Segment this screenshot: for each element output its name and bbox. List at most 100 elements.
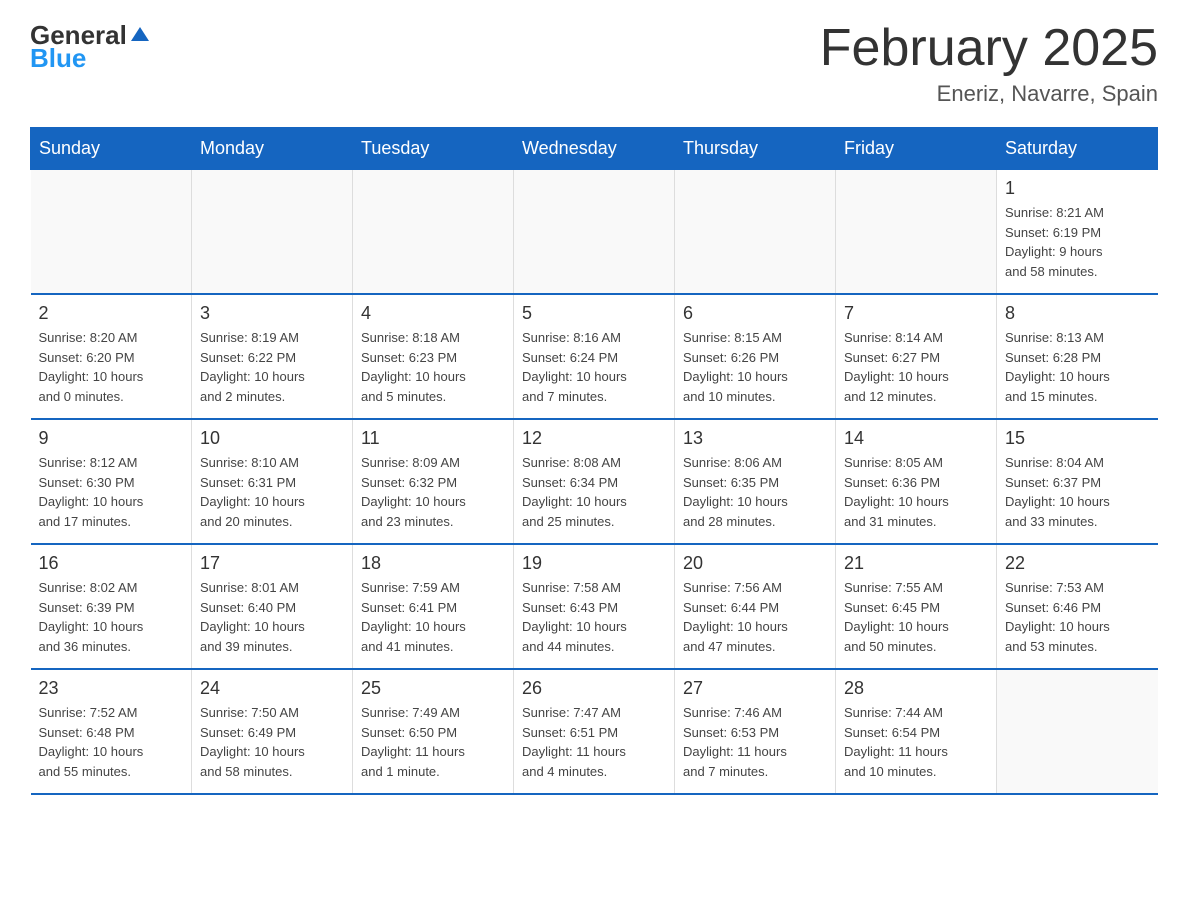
title-section: February 2025 Eneriz, Navarre, Spain bbox=[820, 20, 1158, 107]
week-row-0: 1Sunrise: 8:21 AM Sunset: 6:19 PM Daylig… bbox=[31, 170, 1158, 295]
day-number: 13 bbox=[683, 428, 827, 449]
day-info: Sunrise: 8:12 AM Sunset: 6:30 PM Dayligh… bbox=[39, 453, 184, 531]
calendar-cell: 16 Sunrise: 8:02 AM Sunset: 6:39 PM Dayli… bbox=[31, 544, 192, 669]
calendar-cell: 23 Sunrise: 7:52 AM Sunset: 6:48 PM Dayli… bbox=[31, 669, 192, 794]
calendar-cell: 27 Sunrise: 7:46 AM Sunset: 6:53 PM Dayli… bbox=[675, 669, 836, 794]
calendar-cell: 21 Sunrise: 7:55 AM Sunset: 6:45 PM Dayli… bbox=[836, 544, 997, 669]
day-info: Sunrise: 7:52 AM Sunset: 6:48 PM Dayligh… bbox=[39, 703, 184, 781]
calendar-cell bbox=[31, 170, 192, 295]
day-info: Sunrise: 7:47 AM Sunset: 6:51 PM Dayligh… bbox=[522, 703, 666, 781]
day-info: Sunrise: 8:21 AM Sunset: 6:19 PM Dayligh… bbox=[1005, 203, 1150, 281]
day-number: 3 bbox=[200, 303, 344, 324]
weekday-header-thursday: Thursday bbox=[675, 128, 836, 170]
calendar-cell bbox=[997, 669, 1158, 794]
day-number: 27 bbox=[683, 678, 827, 699]
logo: General Blue bbox=[30, 20, 151, 74]
calendar-title: February 2025 bbox=[820, 20, 1158, 77]
day-info: Sunrise: 8:02 AM Sunset: 6:39 PM Dayligh… bbox=[39, 578, 184, 656]
calendar-cell bbox=[675, 170, 836, 295]
calendar-cell: 4 Sunrise: 8:18 AM Sunset: 6:23 PM Daylig… bbox=[353, 294, 514, 419]
day-info: Sunrise: 7:44 AM Sunset: 6:54 PM Dayligh… bbox=[844, 703, 988, 781]
weekday-header-friday: Friday bbox=[836, 128, 997, 170]
day-info: Sunrise: 7:59 AM Sunset: 6:41 PM Dayligh… bbox=[361, 578, 505, 656]
day-number: 28 bbox=[844, 678, 988, 699]
day-number: 26 bbox=[522, 678, 666, 699]
day-number: 25 bbox=[361, 678, 505, 699]
weekday-header-monday: Monday bbox=[192, 128, 353, 170]
day-info: Sunrise: 8:15 AM Sunset: 6:26 PM Dayligh… bbox=[683, 328, 827, 406]
day-info: Sunrise: 8:14 AM Sunset: 6:27 PM Dayligh… bbox=[844, 328, 988, 406]
day-number: 17 bbox=[200, 553, 344, 574]
day-number: 8 bbox=[1005, 303, 1150, 324]
day-number: 9 bbox=[39, 428, 184, 449]
day-number: 2 bbox=[39, 303, 184, 324]
day-info: Sunrise: 8:05 AM Sunset: 6:36 PM Dayligh… bbox=[844, 453, 988, 531]
week-row-1: 2 Sunrise: 8:20 AM Sunset: 6:20 PM Daylig… bbox=[31, 294, 1158, 419]
day-info: Sunrise: 8:18 AM Sunset: 6:23 PM Dayligh… bbox=[361, 328, 505, 406]
weekday-header-wednesday: Wednesday bbox=[514, 128, 675, 170]
calendar-cell: 6 Sunrise: 8:15 AM Sunset: 6:26 PM Daylig… bbox=[675, 294, 836, 419]
calendar-subtitle: Eneriz, Navarre, Spain bbox=[820, 81, 1158, 107]
calendar-cell: 9 Sunrise: 8:12 AM Sunset: 6:30 PM Daylig… bbox=[31, 419, 192, 544]
day-info: Sunrise: 8:10 AM Sunset: 6:31 PM Dayligh… bbox=[200, 453, 344, 531]
calendar-cell: 3 Sunrise: 8:19 AM Sunset: 6:22 PM Daylig… bbox=[192, 294, 353, 419]
calendar-cell: 12 Sunrise: 8:08 AM Sunset: 6:34 PM Dayli… bbox=[514, 419, 675, 544]
day-info: Sunrise: 8:20 AM Sunset: 6:20 PM Dayligh… bbox=[39, 328, 184, 406]
day-info: Sunrise: 8:01 AM Sunset: 6:40 PM Dayligh… bbox=[200, 578, 344, 656]
weekday-header-saturday: Saturday bbox=[997, 128, 1158, 170]
calendar-cell: 15Sunrise: 8:04 AM Sunset: 6:37 PM Dayli… bbox=[997, 419, 1158, 544]
week-row-2: 9 Sunrise: 8:12 AM Sunset: 6:30 PM Daylig… bbox=[31, 419, 1158, 544]
day-number: 6 bbox=[683, 303, 827, 324]
calendar-cell: 5Sunrise: 8:16 AM Sunset: 6:24 PM Daylig… bbox=[514, 294, 675, 419]
day-info: Sunrise: 8:06 AM Sunset: 6:35 PM Dayligh… bbox=[683, 453, 827, 531]
day-number: 24 bbox=[200, 678, 344, 699]
day-number: 12 bbox=[522, 428, 666, 449]
day-number: 16 bbox=[39, 553, 184, 574]
day-info: Sunrise: 7:49 AM Sunset: 6:50 PM Dayligh… bbox=[361, 703, 505, 781]
calendar-cell: 19Sunrise: 7:58 AM Sunset: 6:43 PM Dayli… bbox=[514, 544, 675, 669]
day-number: 21 bbox=[844, 553, 988, 574]
day-number: 4 bbox=[361, 303, 505, 324]
calendar-cell: 13 Sunrise: 8:06 AM Sunset: 6:35 PM Dayli… bbox=[675, 419, 836, 544]
calendar-cell bbox=[192, 170, 353, 295]
day-number: 5 bbox=[522, 303, 666, 324]
calendar-cell: 25 Sunrise: 7:49 AM Sunset: 6:50 PM Dayli… bbox=[353, 669, 514, 794]
day-number: 23 bbox=[39, 678, 184, 699]
day-info: Sunrise: 8:04 AM Sunset: 6:37 PM Dayligh… bbox=[1005, 453, 1150, 531]
day-number: 22 bbox=[1005, 553, 1150, 574]
day-info: Sunrise: 8:08 AM Sunset: 6:34 PM Dayligh… bbox=[522, 453, 666, 531]
day-info: Sunrise: 8:19 AM Sunset: 6:22 PM Dayligh… bbox=[200, 328, 344, 406]
calendar-cell: 1Sunrise: 8:21 AM Sunset: 6:19 PM Daylig… bbox=[997, 170, 1158, 295]
calendar-cell bbox=[836, 170, 997, 295]
calendar-cell: 22 Sunrise: 7:53 AM Sunset: 6:46 PM Dayli… bbox=[997, 544, 1158, 669]
calendar-table: SundayMondayTuesdayWednesdayThursdayFrid… bbox=[30, 127, 1158, 795]
calendar-cell: 11Sunrise: 8:09 AM Sunset: 6:32 PM Dayli… bbox=[353, 419, 514, 544]
day-info: Sunrise: 7:46 AM Sunset: 6:53 PM Dayligh… bbox=[683, 703, 827, 781]
day-info: Sunrise: 7:58 AM Sunset: 6:43 PM Dayligh… bbox=[522, 578, 666, 656]
day-number: 10 bbox=[200, 428, 344, 449]
day-info: Sunrise: 8:13 AM Sunset: 6:28 PM Dayligh… bbox=[1005, 328, 1150, 406]
calendar-cell: 7 Sunrise: 8:14 AM Sunset: 6:27 PM Daylig… bbox=[836, 294, 997, 419]
calendar-cell: 26 Sunrise: 7:47 AM Sunset: 6:51 PM Dayli… bbox=[514, 669, 675, 794]
day-info: Sunrise: 7:56 AM Sunset: 6:44 PM Dayligh… bbox=[683, 578, 827, 656]
day-info: Sunrise: 7:53 AM Sunset: 6:46 PM Dayligh… bbox=[1005, 578, 1150, 656]
day-number: 20 bbox=[683, 553, 827, 574]
page-header: General Blue February 2025 Eneriz, Navar… bbox=[30, 20, 1158, 107]
calendar-cell: 20 Sunrise: 7:56 AM Sunset: 6:44 PM Dayli… bbox=[675, 544, 836, 669]
week-row-3: 16 Sunrise: 8:02 AM Sunset: 6:39 PM Dayli… bbox=[31, 544, 1158, 669]
day-number: 7 bbox=[844, 303, 988, 324]
calendar-cell: 24Sunrise: 7:50 AM Sunset: 6:49 PM Dayli… bbox=[192, 669, 353, 794]
logo-triangle-icon bbox=[129, 23, 151, 45]
weekday-header-row: SundayMondayTuesdayWednesdayThursdayFrid… bbox=[31, 128, 1158, 170]
day-info: Sunrise: 7:55 AM Sunset: 6:45 PM Dayligh… bbox=[844, 578, 988, 656]
calendar-cell: 8 Sunrise: 8:13 AM Sunset: 6:28 PM Daylig… bbox=[997, 294, 1158, 419]
calendar-cell: 2 Sunrise: 8:20 AM Sunset: 6:20 PM Daylig… bbox=[31, 294, 192, 419]
weekday-header-sunday: Sunday bbox=[31, 128, 192, 170]
calendar-cell: 18Sunrise: 7:59 AM Sunset: 6:41 PM Dayli… bbox=[353, 544, 514, 669]
day-number: 14 bbox=[844, 428, 988, 449]
day-info: Sunrise: 8:09 AM Sunset: 6:32 PM Dayligh… bbox=[361, 453, 505, 531]
calendar-cell: 17 Sunrise: 8:01 AM Sunset: 6:40 PM Dayli… bbox=[192, 544, 353, 669]
calendar-cell bbox=[514, 170, 675, 295]
calendar-cell: 14 Sunrise: 8:05 AM Sunset: 6:36 PM Dayli… bbox=[836, 419, 997, 544]
calendar-cell: 10 Sunrise: 8:10 AM Sunset: 6:31 PM Dayli… bbox=[192, 419, 353, 544]
